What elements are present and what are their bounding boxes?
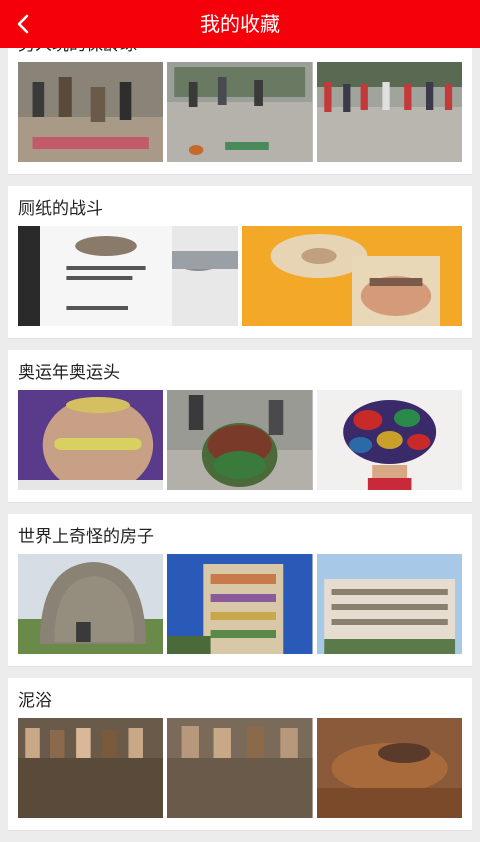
collection-thumbnail[interactable] xyxy=(18,390,164,490)
collection-thumbnail[interactable] xyxy=(242,226,462,326)
collection-thumbnail[interactable] xyxy=(18,226,238,326)
collection-card[interactable]: 厕纸的战斗 xyxy=(8,186,472,338)
collection-card[interactable]: 奥运年奥运头 xyxy=(8,350,472,502)
collection-thumbnail[interactable] xyxy=(167,718,313,818)
app-header: 我的收藏 xyxy=(0,0,480,48)
collection-thumbnail[interactable] xyxy=(316,62,462,162)
page-title: 我的收藏 xyxy=(200,12,280,36)
collection-thumbnail[interactable] xyxy=(316,390,462,490)
collection-thumbnail[interactable] xyxy=(18,554,164,654)
collection-thumbnail[interactable] xyxy=(18,718,164,818)
collection-title: 厕纸的战斗 xyxy=(18,199,103,219)
collection-thumbnail[interactable] xyxy=(167,554,313,654)
collection-list: 男人玩的保龄球 xyxy=(0,22,480,842)
collection-thumbnail[interactable] xyxy=(18,62,164,162)
collection-title: 泥浴 xyxy=(18,691,52,711)
collection-thumbnail[interactable] xyxy=(316,718,462,818)
collection-thumbnail[interactable] xyxy=(316,554,462,654)
collection-card[interactable]: 泥浴 xyxy=(8,678,472,830)
collection-thumbnail[interactable] xyxy=(167,390,313,490)
collection-card[interactable]: 世界上奇怪的房子 xyxy=(8,514,472,666)
collection-title: 奥运年奥运头 xyxy=(18,363,120,383)
collection-title: 世界上奇怪的房子 xyxy=(18,527,154,547)
collection-thumbnail[interactable] xyxy=(167,62,313,162)
